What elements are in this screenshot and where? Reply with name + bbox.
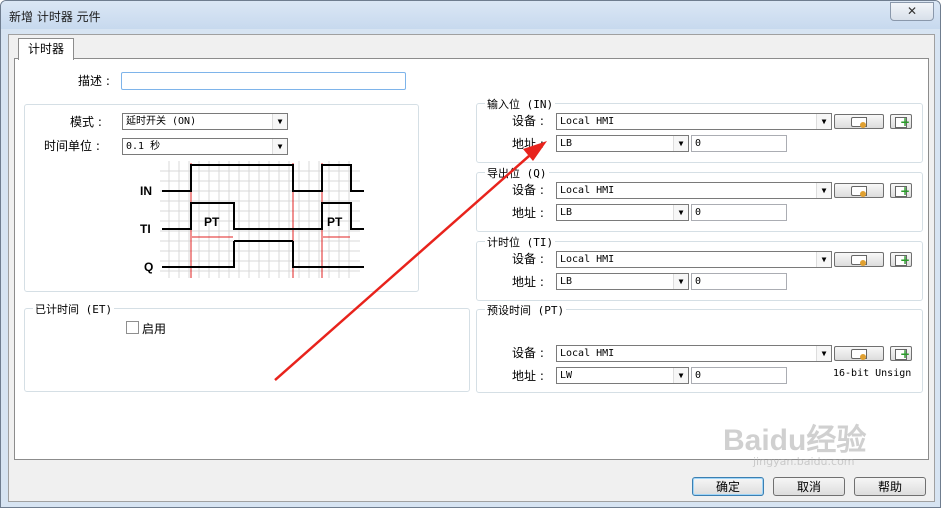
settings-button[interactable]	[834, 252, 884, 267]
output-bit-title: 导出位 (Q)	[485, 165, 549, 181]
output-bit-group: 导出位 (Q) 设备 : Local HMI ▼ + 地址 : LB ▼	[476, 165, 923, 232]
settings-button[interactable]	[834, 183, 884, 198]
device-select[interactable]: Local HMI ▼	[556, 182, 832, 199]
address-label: 地址 :	[512, 206, 544, 220]
watermark-url: jingyan.baidu.com	[753, 455, 855, 468]
device-select[interactable]: Local HMI ▼	[556, 251, 832, 268]
settings-button[interactable]	[834, 346, 884, 361]
window-title: 新增 计时器 元件	[9, 10, 101, 24]
address-input[interactable]	[691, 204, 787, 221]
enable-checkbox[interactable]	[126, 321, 139, 334]
address-input[interactable]	[691, 367, 787, 384]
mode-group: 模式 : 延时开关 (ON) ▼ 时间单位 : 0.1 秒 ▼ IN TI Q …	[24, 104, 419, 292]
close-icon: ✕	[906, 4, 918, 18]
address-input[interactable]	[691, 273, 787, 290]
title-bar: 新增 计时器 元件 ✕	[1, 1, 940, 29]
chevron-down-icon: ▼	[272, 139, 287, 154]
preset-time-title: 预设时间 (PT)	[485, 302, 567, 318]
address-library-button[interactable]: +	[890, 252, 912, 267]
description-label: 描述 :	[78, 74, 110, 88]
cancel-button[interactable]: 取消	[773, 477, 845, 496]
address-type-select[interactable]: LB ▼	[556, 204, 689, 221]
chevron-down-icon: ▼	[816, 346, 831, 361]
plus-icon: +	[900, 347, 911, 361]
time-unit-select[interactable]: 0.1 秒 ▼	[122, 138, 288, 155]
device-label: 设备 :	[512, 183, 544, 197]
device-label: 设备 :	[512, 252, 544, 266]
enable-label: 启用	[142, 322, 167, 336]
chevron-down-icon: ▼	[816, 183, 831, 198]
description-input[interactable]	[121, 72, 406, 90]
plus-icon: +	[900, 253, 911, 267]
address-type-select[interactable]: LB ▼	[556, 135, 689, 152]
address-library-button[interactable]: +	[890, 346, 912, 361]
elapsed-group: 已计时间 (ET) 启用	[24, 301, 470, 392]
mode-select[interactable]: 延时开关 (ON) ▼	[122, 113, 288, 130]
chevron-down-icon: ▼	[816, 114, 831, 129]
in-label: IN	[140, 184, 152, 198]
data-format-label: 16-bit Unsign	[833, 368, 912, 379]
pt-label-2: PT	[327, 215, 343, 229]
address-type-select[interactable]: LB ▼	[556, 273, 689, 290]
preset-time-group: 预设时间 (PT) 设备 : Local HMI▼ + 地址 : LW▼ 16-…	[476, 302, 923, 393]
ti-label: TI	[140, 222, 151, 236]
ok-button[interactable]: 确定	[692, 477, 764, 496]
mode-label: 模式 :	[70, 115, 102, 129]
dialog-window: 新增 计时器 元件 ✕ 计时器 描述 : 模式 : 延时开关 (ON) ▼ 时间单…	[0, 0, 941, 508]
close-button[interactable]: ✕	[890, 2, 934, 21]
chevron-down-icon: ▼	[673, 136, 688, 151]
device-select[interactable]: Local HMI ▼	[556, 113, 832, 130]
timing-bit-group: 计时位 (TI) 设备 : Local HMI ▼ + 地址 : LB ▼	[476, 234, 923, 301]
tab-timer[interactable]: 计时器	[18, 38, 74, 60]
plus-icon: +	[900, 184, 911, 198]
address-label: 地址 :	[512, 369, 544, 383]
tab-page: 描述 : 模式 : 延时开关 (ON) ▼ 时间单位 : 0.1 秒 ▼ IN …	[14, 58, 929, 460]
timing-bit-title: 计时位 (TI)	[485, 234, 556, 250]
chevron-down-icon: ▼	[272, 114, 287, 129]
address-input[interactable]	[691, 135, 787, 152]
input-bit-title: 输入位 (IN)	[485, 96, 556, 112]
address-label: 地址 :	[512, 137, 544, 151]
pt-label-1: PT	[204, 215, 220, 229]
address-type-select[interactable]: LW ▼	[556, 367, 689, 384]
elapsed-title: 已计时间 (ET)	[33, 301, 115, 317]
device-label: 设备 :	[512, 114, 544, 128]
device-label: 设备 :	[512, 346, 544, 360]
input-bit-group: 输入位 (IN) 设备 : Local HMI ▼ + 地址 : LB ▼	[476, 96, 923, 163]
chevron-down-icon: ▼	[673, 205, 688, 220]
watermark-logo: Baidu经验	[723, 424, 867, 457]
timing-diagram: IN TI Q PT PT	[140, 161, 364, 278]
chevron-down-icon: ▼	[673, 274, 688, 289]
address-library-button[interactable]: +	[890, 183, 912, 198]
plus-icon: +	[900, 115, 911, 129]
time-unit-label: 时间单位 :	[44, 139, 100, 153]
chevron-down-icon: ▼	[673, 368, 688, 383]
address-library-button[interactable]: +	[890, 114, 912, 129]
address-label: 地址 :	[512, 275, 544, 289]
help-button[interactable]: 帮助	[854, 477, 926, 496]
chevron-down-icon: ▼	[816, 252, 831, 267]
device-select[interactable]: Local HMI ▼	[556, 345, 832, 362]
q-label: Q	[144, 260, 153, 274]
settings-button[interactable]	[834, 114, 884, 129]
